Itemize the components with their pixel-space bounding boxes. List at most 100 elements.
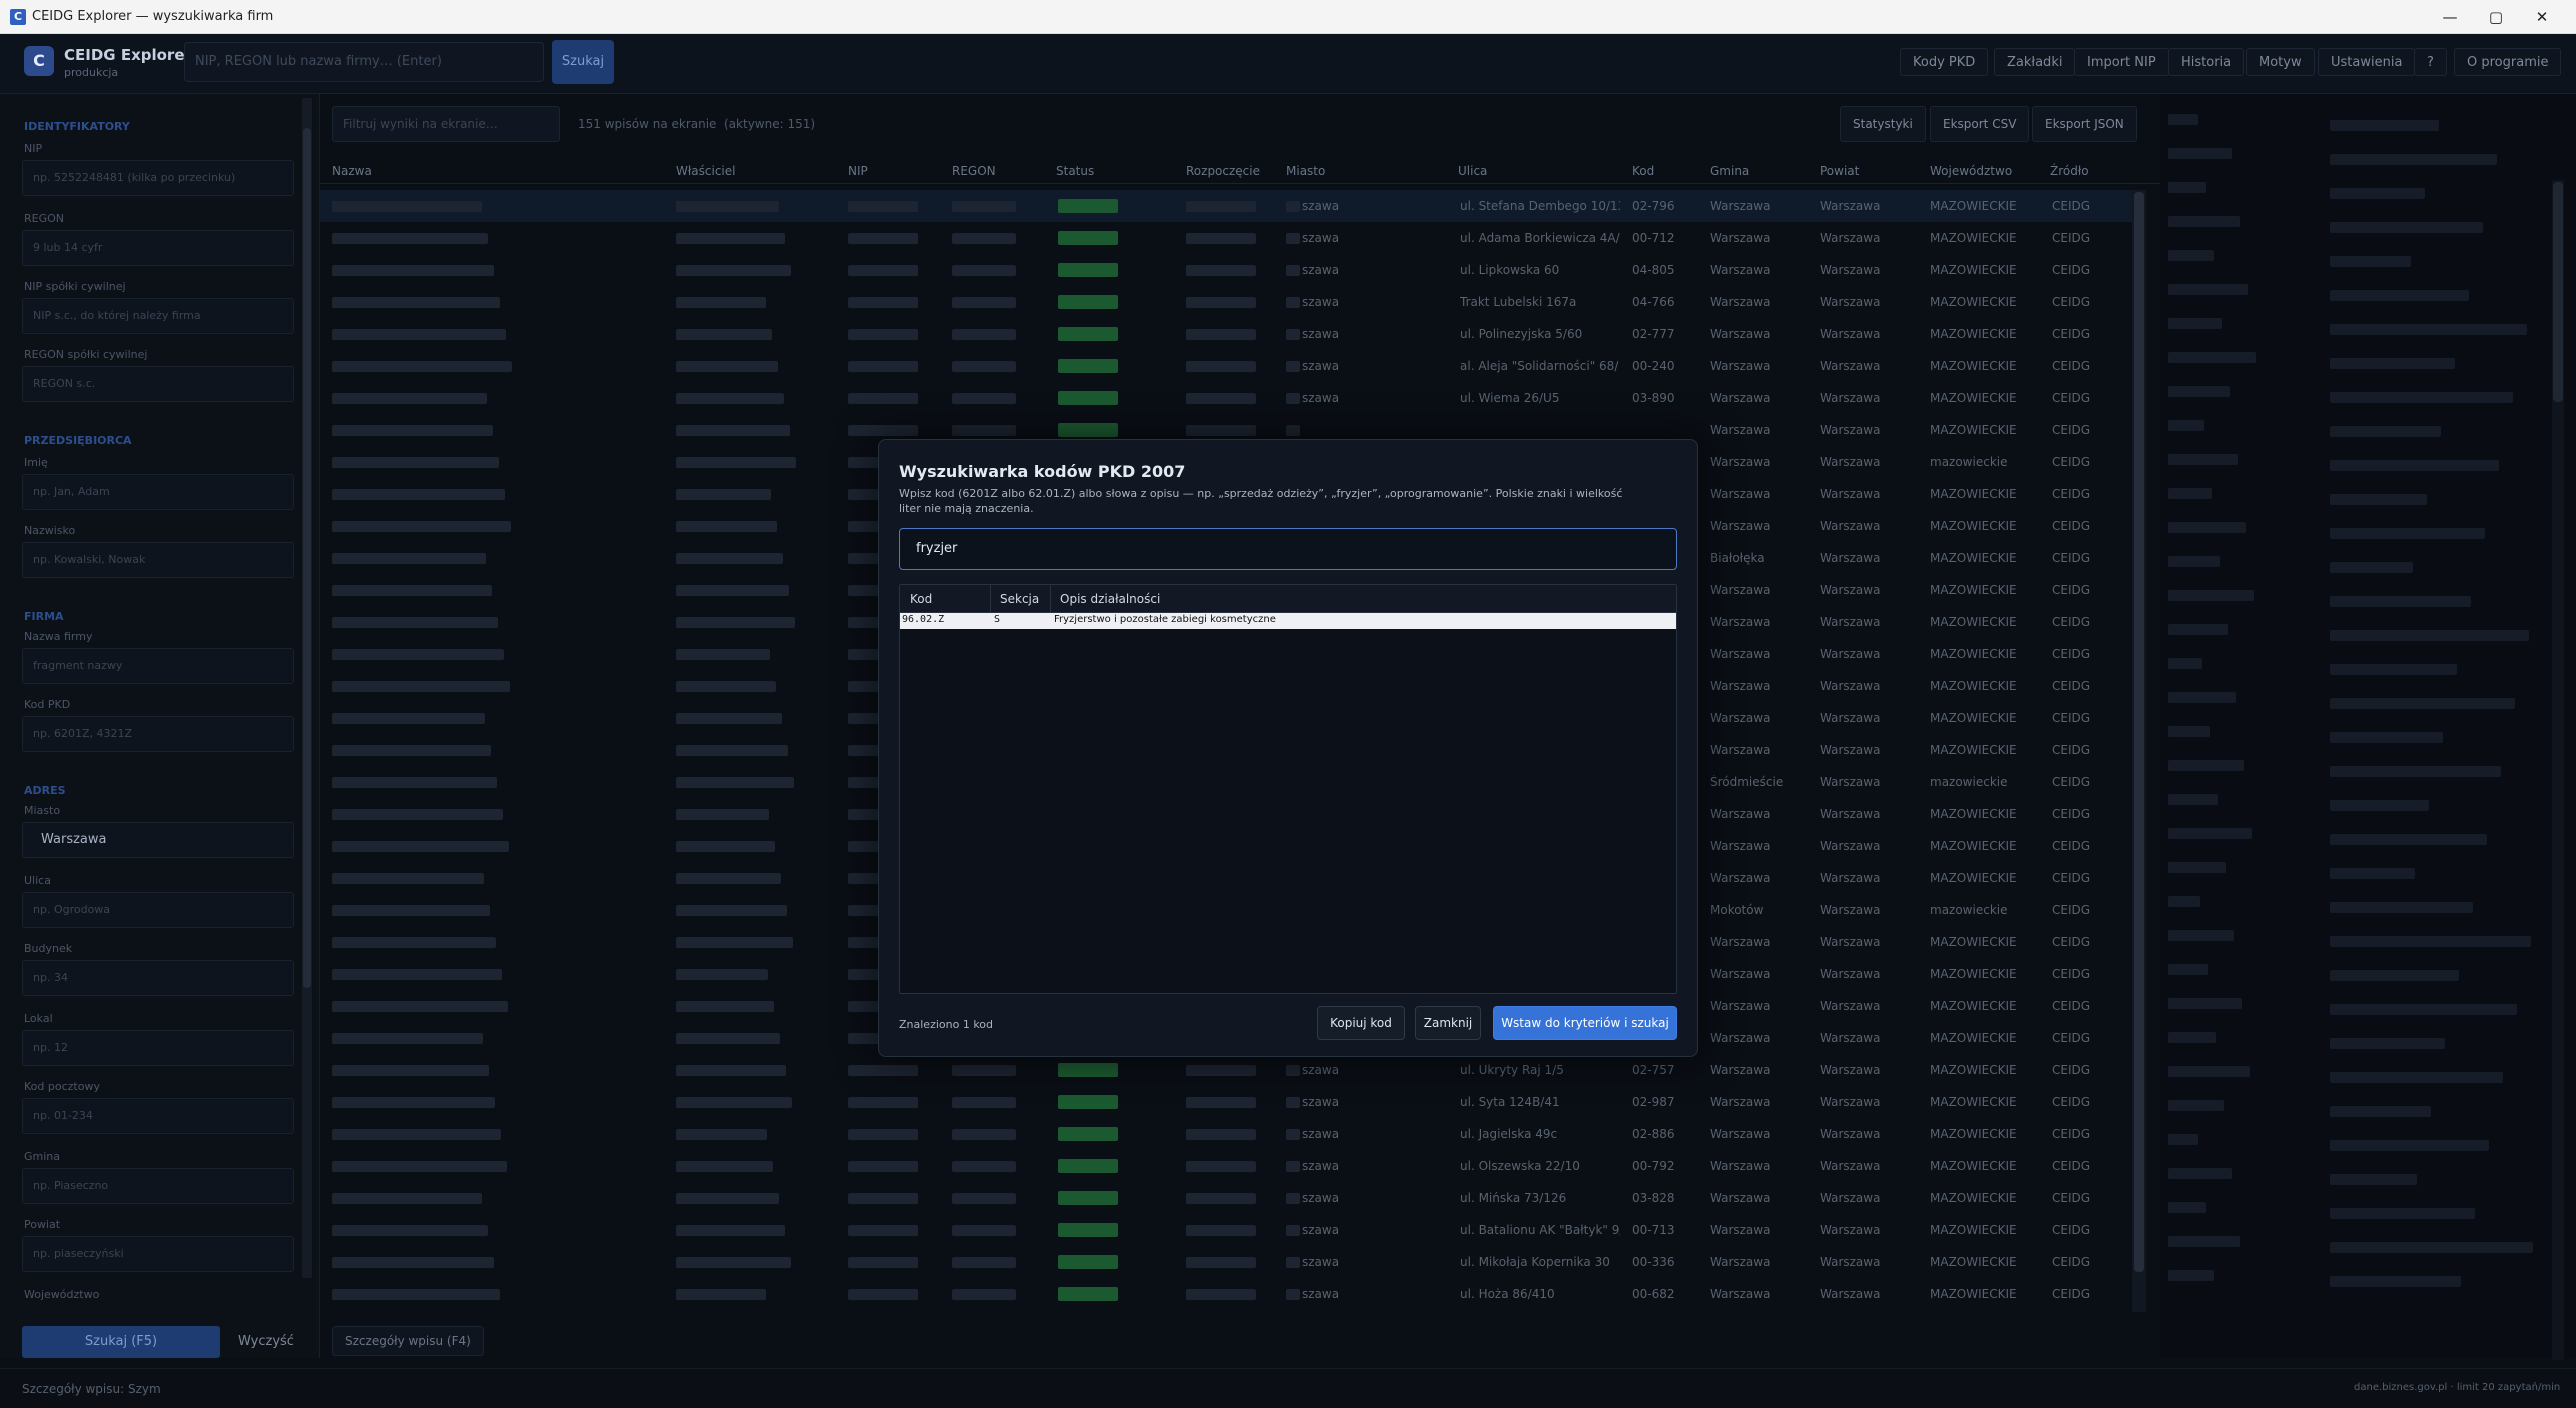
redacted-cell <box>676 617 795 628</box>
nip-sc-input[interactable]: NIP s.c., do której należy firma <box>22 298 294 334</box>
sidebar-clear-button[interactable]: Wyczyść <box>230 1326 302 1358</box>
redacted-cell <box>848 361 918 372</box>
pkd-input[interactable]: np. 6201Z, 4321Z <box>22 716 294 752</box>
street-input[interactable]: np. Ogrodowa <box>22 892 294 928</box>
redacted-cell <box>848 265 918 276</box>
results-filter-input[interactable]: Filtruj wyniki na ekranie… <box>332 106 560 142</box>
nip-input[interactable]: np. 5252248481 (kilka po przecinku) <box>22 160 294 196</box>
pkd-query-input[interactable]: fryzjer <box>899 528 1677 570</box>
statistics-button[interactable]: Statystyki <box>1840 106 1926 142</box>
redacted-detail <box>2330 936 2531 947</box>
cell-postal: 00-336 <box>1632 1255 1675 1269</box>
minimize-button[interactable]: — <box>2430 4 2470 30</box>
postal-input[interactable]: np. 01-234 <box>22 1098 294 1134</box>
table-row[interactable]: szawa ul. Hoża 86/410 00-682 Warszawa Warsza… <box>320 1278 2140 1310</box>
regon-sc-input[interactable]: REGON s.c. <box>22 366 294 402</box>
col-start[interactable]: Rozpoczęcie <box>1186 164 1260 178</box>
cell-source: CEIDG <box>2052 1127 2091 1141</box>
cell-commune: Warszawa <box>1710 327 1771 341</box>
building-input[interactable]: np. 34 <box>22 960 294 996</box>
cell-city: szawa <box>1302 1255 1340 1269</box>
nav-settings[interactable]: Ustawienia <box>2318 48 2416 76</box>
unit-input[interactable]: np. 12 <box>22 1030 294 1066</box>
table-row[interactable]: szawa ul. Olszewska 22/10 00-792 Warszawa Wa… <box>320 1150 2140 1182</box>
close-window-button[interactable]: ✕ <box>2522 4 2562 30</box>
cell-commune: Warszawa <box>1710 615 1771 629</box>
copy-code-button[interactable]: Kopiuj kod <box>1317 1006 1405 1040</box>
pkd-result-row[interactable]: 96.02.Z S Fryzjerstwo i pozostałe zabieg… <box>900 613 1676 629</box>
col-commune[interactable]: Gmina <box>1710 164 1749 178</box>
cell-source: CEIDG <box>2052 1159 2091 1173</box>
table-row[interactable]: szawa ul. Mikołaja Kopernika 30 00-336 Wars… <box>320 1246 2140 1278</box>
redacted-detail <box>2168 1134 2198 1145</box>
export-json-button[interactable]: Eksport JSON <box>2032 106 2137 142</box>
nav-help[interactable]: ? <box>2414 48 2447 76</box>
nav-about[interactable]: O programie <box>2454 48 2562 76</box>
table-row[interactable]: szawa ul. Batalionu AK "Bałtyk" 9/00-713 W… <box>320 1214 2140 1246</box>
sidebar-search-button[interactable]: Szukaj (F5) <box>22 1326 220 1358</box>
county-input[interactable]: np. piaseczyński <box>22 1236 294 1272</box>
col-name[interactable]: Nazwa <box>332 164 372 178</box>
nav-import-nip[interactable]: Import NIP <box>2074 48 2169 76</box>
col-owner[interactable]: Właściciel <box>676 164 735 178</box>
pkd-col-desc[interactable]: Opis działalności <box>1060 592 1160 606</box>
maximize-button[interactable]: ▢ <box>2476 4 2516 30</box>
cell-source: CEIDG <box>2052 839 2091 853</box>
cell-source: CEIDG <box>2052 647 2091 661</box>
table-row[interactable]: szawa ul. Jagielska 49c 02-886 Warszawa Wars… <box>320 1118 2140 1150</box>
close-dialog-button[interactable]: Zamknij <box>1415 1006 1481 1040</box>
table-row[interactable]: szawa ul. Polinezyjska 5/60 02-777 Warszawa… <box>320 318 2140 350</box>
col-voivodeship[interactable]: Województwo <box>1930 164 2012 178</box>
table-row[interactable]: szawa ul. Adama Borkiewicza 4A/00-712 Wars… <box>320 222 2140 254</box>
sidebar-scrollbar[interactable] <box>302 98 312 1278</box>
cell-county: Warszawa <box>1820 1159 1881 1173</box>
cell-street: Trakt Lubelski 167a <box>1460 295 1577 309</box>
col-postal[interactable]: Kod <box>1632 164 1654 178</box>
col-status[interactable]: Status <box>1056 164 1094 178</box>
col-city[interactable]: Miasto <box>1286 164 1325 178</box>
table-row[interactable]: szawa ul. Lipkowska 60 04-805 Warszawa Warsz… <box>320 254 2140 286</box>
cell-voivodeship: MAZOWIECKIE <box>1930 263 2017 277</box>
details-scrollbar[interactable] <box>2552 180 2564 1360</box>
cell-county: Warszawa <box>1820 551 1881 565</box>
col-source[interactable]: Źródło <box>2050 164 2089 178</box>
col-regon[interactable]: REGON <box>952 164 996 178</box>
global-search-input[interactable]: NIP, REGON lub nazwa firmy… (Enter) <box>184 42 544 82</box>
nav-theme[interactable]: Motyw <box>2246 48 2315 76</box>
table-row[interactable]: szawa ul. Wiema 26/U5 03-890 Warszawa Warsza… <box>320 382 2140 414</box>
insert-and-search-button[interactable]: Wstaw do kryteriów i szukaj <box>1493 1006 1677 1040</box>
nav-history[interactable]: Historia <box>2168 48 2245 76</box>
first-name-input[interactable]: np. Jan, Adam <box>22 474 294 510</box>
col-nip[interactable]: NIP <box>848 164 868 178</box>
redacted-detail <box>2168 284 2248 295</box>
table-row[interactable]: szawa ul. Mińska 73/126 03-828 Warszawa Wars… <box>320 1182 2140 1214</box>
col-street[interactable]: Ulica <box>1458 164 1487 178</box>
export-csv-button[interactable]: Eksport CSV <box>1930 106 2030 142</box>
col-county[interactable]: Powiat <box>1820 164 1859 178</box>
redacted-cell <box>1186 233 1256 244</box>
commune-input[interactable]: np. Piaseczno <box>22 1168 294 1204</box>
global-search-button[interactable]: Szukaj <box>552 40 614 84</box>
table-row[interactable]: szawa ul. Syta 124B/41 02-987 Warszawa Warsz… <box>320 1086 2140 1118</box>
cell-street: ul. Lipkowska 60 <box>1460 263 1560 277</box>
table-row[interactable]: szawa Trakt Lubelski 167a 04-766 Warszawa Wa… <box>320 286 2140 318</box>
cell-county: Warszawa <box>1820 455 1881 469</box>
table-row[interactable]: szawa ul. Stefana Dembego 10/13 02-796 Wars… <box>320 190 2140 222</box>
results-scrollbar[interactable] <box>2132 190 2146 1312</box>
pkd-col-section[interactable]: Sekcja <box>1000 592 1039 606</box>
redacted-cell <box>848 1161 918 1172</box>
redacted-cell <box>1286 1161 1300 1172</box>
regon-input[interactable]: 9 lub 14 cyfr <box>22 230 294 266</box>
nav-pkd-codes[interactable]: Kody PKD <box>1900 48 1989 76</box>
company-name-input[interactable]: fragment nazwy <box>22 648 294 684</box>
status-badge <box>1058 295 1118 309</box>
details-button[interactable]: Szczegóły wpisu (F4) <box>332 1326 484 1356</box>
redacted-cell <box>332 873 484 884</box>
last-name-input[interactable]: np. Kowalski, Nowak <box>22 542 294 578</box>
nav-bookmarks[interactable]: Zakładki <box>1994 48 2076 76</box>
table-row[interactable]: szawa ul. Ukryty Raj 1/5 02-757 Warszawa War… <box>320 1054 2140 1086</box>
city-input[interactable]: Warszawa <box>22 822 294 858</box>
cell-voivodeship: mazowieckie <box>1930 903 2008 917</box>
pkd-col-code[interactable]: Kod <box>910 592 932 606</box>
table-row[interactable]: szawa al. Aleja "Solidarności" 68/00-240 W… <box>320 350 2140 382</box>
